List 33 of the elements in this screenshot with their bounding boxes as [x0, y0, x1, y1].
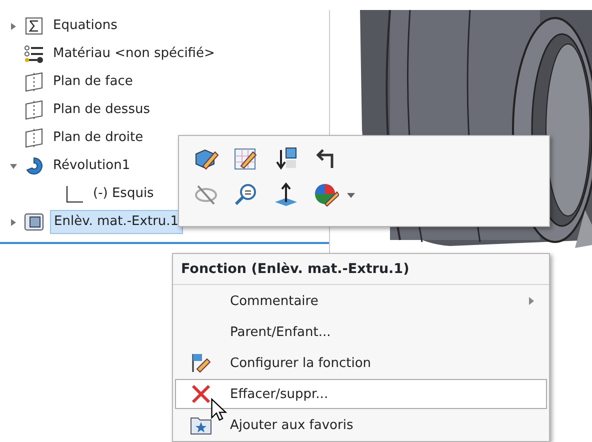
tree-item[interactable]: Plan de face — [50, 71, 136, 93]
sketch-icon — [64, 184, 84, 204]
plane-icon — [24, 100, 44, 120]
revolve-icon — [24, 156, 44, 176]
expander-icon[interactable] — [10, 218, 16, 226]
delete-icon — [190, 383, 212, 406]
plane-icon — [24, 128, 44, 148]
expander-icon[interactable] — [10, 22, 16, 30]
equations-icon — [24, 16, 44, 36]
tree-item[interactable]: Matériau <non spécifié> — [50, 43, 218, 65]
material-icon — [24, 44, 44, 64]
menu-title: Fonction (Enlèv. mat.-Extru.1) — [173, 254, 549, 286]
menu-item[interactable]: Effacer/suppr... — [175, 379, 547, 410]
menu-item[interactable]: Configurer la fonction — [175, 348, 547, 378]
configure-icon — [190, 352, 212, 374]
appearance-icon[interactable] — [313, 182, 339, 208]
normal-to-icon[interactable] — [273, 182, 299, 208]
menu-item[interactable]: Parent/Enfant... — [175, 317, 547, 348]
tree-item[interactable]: Equations — [50, 15, 120, 37]
plane-icon — [24, 72, 44, 92]
menu-item[interactable]: Commentaire — [175, 286, 547, 316]
tree-item[interactable]: Plan de droite — [50, 127, 146, 149]
tree-item[interactable]: (-) Esquis — [90, 183, 157, 205]
extrude-cut-icon — [24, 212, 44, 232]
tree-item[interactable]: Enlèv. mat.-Extru.1 — [50, 210, 183, 234]
menu-item[interactable]: Ajouter aux favoris — [175, 410, 547, 440]
edit-sketch-icon[interactable] — [233, 146, 259, 172]
dropdown-caret-icon[interactable] — [347, 192, 355, 198]
tree-item[interactable]: Plan de dessus — [50, 99, 153, 121]
mouse-pointer-icon — [211, 398, 228, 422]
zoom-icon[interactable] — [233, 182, 259, 208]
tree-item[interactable]: Révolution1 — [50, 155, 134, 177]
expander-icon[interactable] — [10, 162, 16, 170]
